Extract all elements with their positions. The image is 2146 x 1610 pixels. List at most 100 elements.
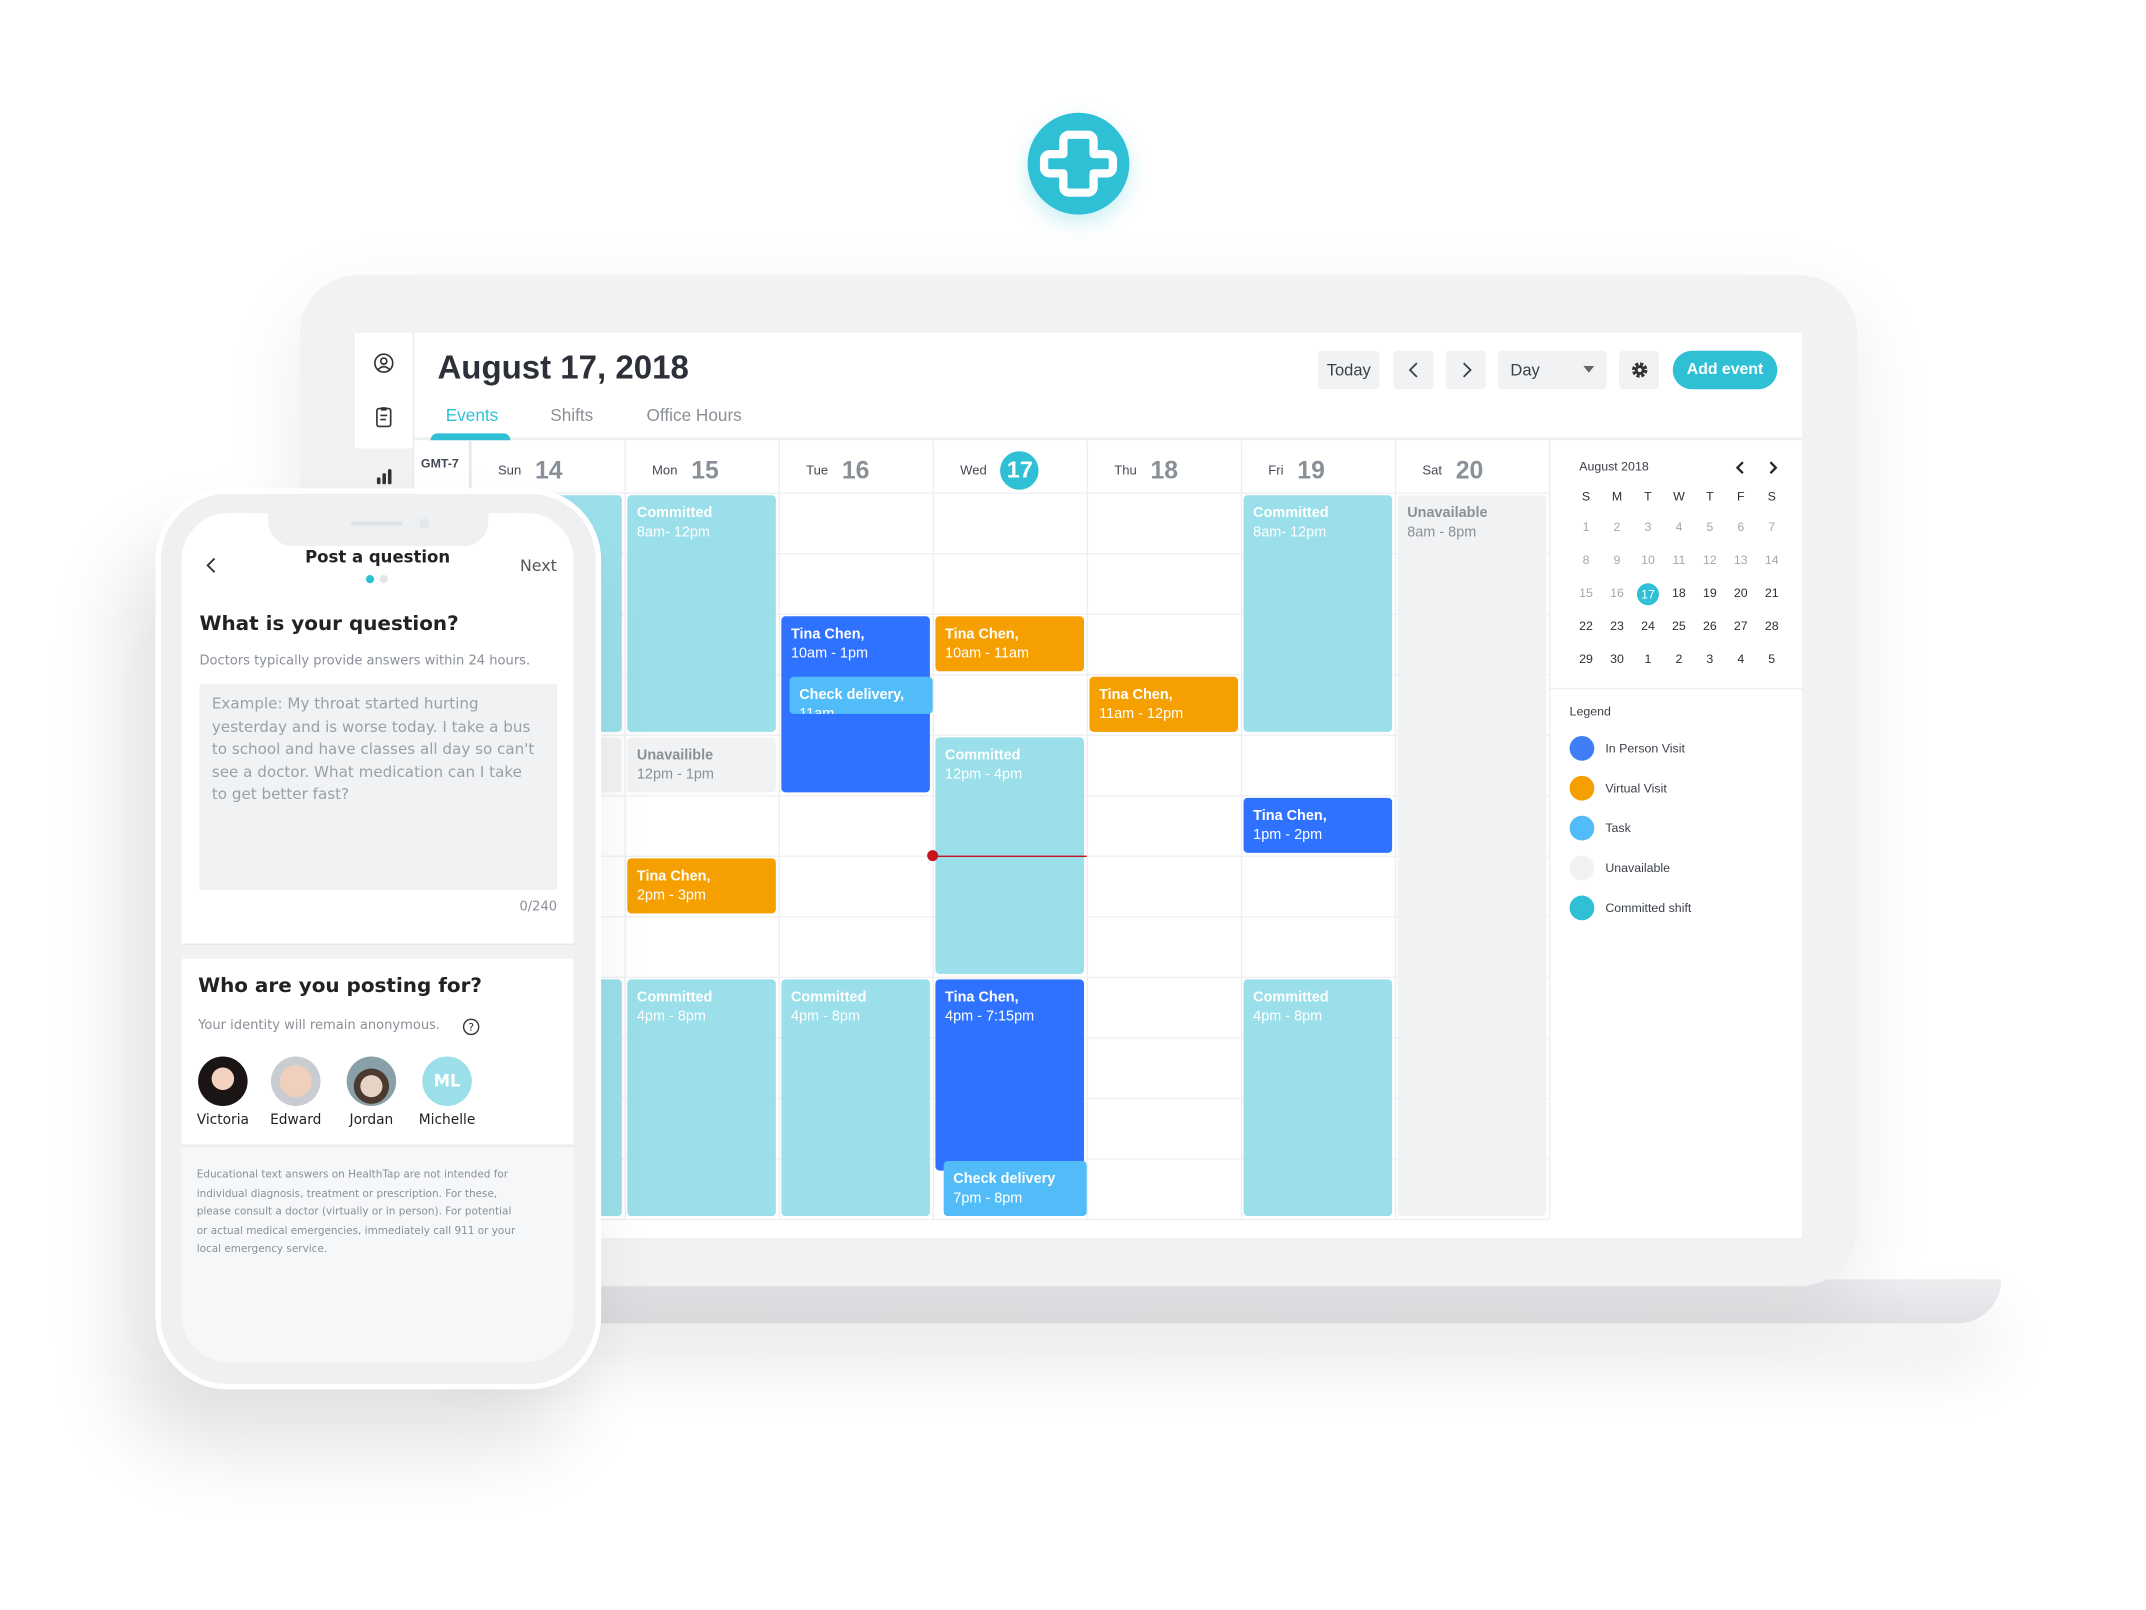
today-date-badge: 17 xyxy=(1000,451,1040,490)
event-committed[interactable]: Committed 4pm - 8pm xyxy=(781,979,930,1217)
mini-day[interactable]: 27 xyxy=(1727,619,1755,633)
mini-day[interactable]: 3 xyxy=(1696,652,1724,666)
weekday-label: W xyxy=(1673,489,1685,504)
event-title: Tina Chen, xyxy=(1253,807,1327,824)
legend-label: Virtual Visit xyxy=(1605,781,1667,796)
mini-day[interactable]: 15 xyxy=(1572,586,1600,600)
day-header-mon[interactable]: Mon 15 xyxy=(652,448,719,492)
mini-day[interactable]: 20 xyxy=(1727,586,1755,600)
tab-shifts[interactable]: Shifts xyxy=(550,406,593,425)
mini-day[interactable]: 5 xyxy=(1758,652,1786,666)
question-textarea[interactable]: Example: My throat started hurting yester… xyxy=(199,683,558,891)
mini-day[interactable]: 2 xyxy=(1665,652,1693,666)
event-time: 4pm - 8pm xyxy=(1253,1008,1323,1025)
event-time: 2pm - 3pm xyxy=(636,887,706,904)
event-virtual[interactable]: Tina Chen, 10am - 11am xyxy=(935,616,1084,672)
mini-day[interactable]: 24 xyxy=(1634,619,1662,633)
legend-swatch xyxy=(1569,895,1595,921)
today-button[interactable]: Today xyxy=(1317,350,1380,390)
event-task[interactable]: Check delivery 7pm - 8pm xyxy=(943,1161,1087,1217)
mini-day[interactable]: 2 xyxy=(1603,520,1631,534)
user-circle-icon[interactable] xyxy=(370,349,398,377)
day-date: 18 xyxy=(1150,456,1179,484)
event-committed[interactable]: Committed 8am- 12pm xyxy=(1243,495,1393,732)
mini-day[interactable]: 14 xyxy=(1758,553,1786,567)
mini-day-selected[interactable]: 17 xyxy=(1636,583,1659,606)
tab-events[interactable]: Events xyxy=(446,406,499,425)
avatar-victoria[interactable] xyxy=(198,1056,248,1106)
chevron-right-icon xyxy=(1462,362,1472,378)
day-name: Mon xyxy=(652,462,678,479)
settings-button[interactable] xyxy=(1619,350,1659,390)
mini-day[interactable]: 10 xyxy=(1634,553,1662,567)
disclaimer-section: Educational text answers on HealthTap ar… xyxy=(181,1144,574,1362)
mini-day[interactable]: 18 xyxy=(1665,586,1693,600)
mini-day[interactable]: 9 xyxy=(1603,553,1631,567)
avatar-jordan[interactable] xyxy=(346,1056,397,1106)
mini-day[interactable]: 4 xyxy=(1727,652,1755,666)
mini-day[interactable]: 30 xyxy=(1603,652,1631,666)
mini-day[interactable]: 26 xyxy=(1696,619,1724,633)
event-time: 4pm - 8pm xyxy=(636,1008,706,1025)
event-title: Unavailable xyxy=(1407,504,1488,522)
view-select[interactable]: Day xyxy=(1498,350,1607,390)
event-committed[interactable]: Committed 8am- 12pm xyxy=(627,495,776,732)
person-name: Jordan xyxy=(349,1112,394,1128)
mini-day[interactable]: 1 xyxy=(1572,520,1600,534)
event-unavailable[interactable]: Unavailible 12pm - 1pm xyxy=(627,737,776,793)
mini-day[interactable]: 28 xyxy=(1758,619,1786,633)
prev-button[interactable] xyxy=(1393,350,1434,390)
event-inperson[interactable]: Tina Chen, 1pm - 2pm xyxy=(1243,797,1393,853)
event-virtual[interactable]: Tina Chen, 11am - 12pm xyxy=(1089,676,1239,732)
mini-day[interactable]: 3 xyxy=(1634,520,1662,534)
mini-day[interactable]: 4 xyxy=(1665,520,1693,534)
mini-day[interactable]: 8 xyxy=(1572,553,1600,567)
next-button[interactable] xyxy=(1445,350,1486,390)
mini-day[interactable]: 25 xyxy=(1665,619,1693,633)
next-button[interactable]: Next xyxy=(520,556,557,575)
section-divider xyxy=(181,943,574,959)
chevron-right-icon[interactable] xyxy=(1766,459,1780,476)
event-committed[interactable]: Committed 4pm - 8pm xyxy=(1243,979,1393,1217)
day-header-wed[interactable]: Wed 17 xyxy=(960,448,1040,492)
question-circle-icon[interactable]: ? xyxy=(462,1018,480,1036)
bar-chart-icon[interactable] xyxy=(370,462,398,490)
mini-day[interactable]: 29 xyxy=(1572,652,1600,666)
mini-day[interactable]: 19 xyxy=(1696,586,1724,600)
camera xyxy=(419,518,430,529)
mini-day[interactable]: 11 xyxy=(1665,553,1693,567)
event-virtual[interactable]: Tina Chen, 2pm - 3pm xyxy=(627,858,776,914)
event-inperson[interactable]: Tina Chen, 4pm - 7:15pm xyxy=(935,979,1084,1171)
mini-day[interactable]: 6 xyxy=(1727,520,1755,534)
mini-day[interactable]: 5 xyxy=(1696,520,1724,534)
clipboard-icon[interactable] xyxy=(370,403,398,431)
avatar-michelle[interactable]: ML xyxy=(422,1056,472,1106)
event-task[interactable]: Check delivery, 11am xyxy=(789,676,933,714)
event-time: 4pm - 7:15pm xyxy=(945,1008,1035,1025)
day-header-fri[interactable]: Fri 19 xyxy=(1268,448,1325,492)
mini-day[interactable]: 21 xyxy=(1758,586,1786,600)
add-event-button[interactable]: Add event xyxy=(1672,350,1778,390)
legend-swatch xyxy=(1569,815,1595,841)
day-header-thu[interactable]: Thu 18 xyxy=(1114,448,1178,492)
event-committed[interactable]: Committed 4pm - 8pm xyxy=(627,979,776,1217)
legend-label: Committed shift xyxy=(1605,901,1692,915)
step-dot xyxy=(379,575,388,584)
mini-day[interactable]: 12 xyxy=(1696,553,1724,567)
avatar-edward[interactable] xyxy=(270,1056,321,1106)
mini-day[interactable]: 13 xyxy=(1727,553,1755,567)
day-header-sun[interactable]: Sun 14 xyxy=(498,448,563,492)
weekday-label: S xyxy=(1581,489,1591,504)
day-header-tue[interactable]: Tue 16 xyxy=(806,448,869,492)
mini-day[interactable]: 7 xyxy=(1758,520,1786,534)
chevron-left-icon[interactable] xyxy=(1733,459,1747,476)
tab-office-hours[interactable]: Office Hours xyxy=(647,406,742,425)
event-unavailable[interactable]: Unavailable 8am - 8pm xyxy=(1397,495,1547,1217)
mini-day[interactable]: 1 xyxy=(1634,652,1662,666)
mini-day[interactable]: 16 xyxy=(1603,586,1631,600)
day-header-sat[interactable]: Sat 20 xyxy=(1422,448,1483,492)
mini-day[interactable]: 22 xyxy=(1572,619,1600,633)
disclaimer-line: please consult a doctor (virtually or in… xyxy=(196,1205,512,1218)
char-count: 0/240 xyxy=(519,899,558,915)
mini-day[interactable]: 23 xyxy=(1603,619,1631,633)
